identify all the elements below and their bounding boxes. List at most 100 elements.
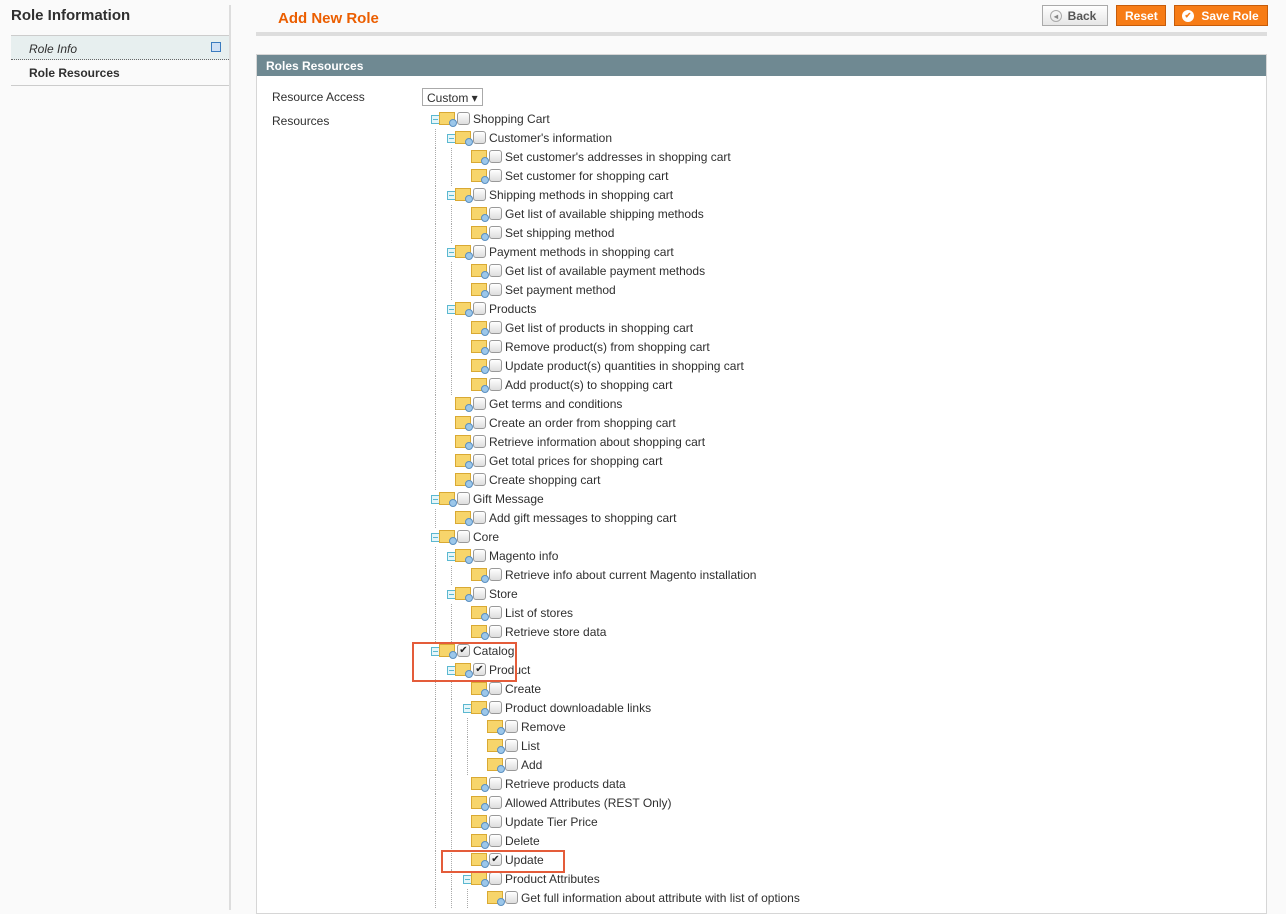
checkbox[interactable] <box>489 226 502 239</box>
node-label[interactable]: Store <box>489 587 518 601</box>
checkbox[interactable] <box>473 397 486 410</box>
node-label[interactable]: Get list of available payment methods <box>505 264 705 278</box>
checkbox[interactable] <box>489 606 502 619</box>
node-label[interactable]: Payment methods in shopping cart <box>489 245 674 259</box>
node-label[interactable]: Create shopping cart <box>489 473 600 487</box>
checkbox[interactable] <box>489 169 502 182</box>
tree-node: Retrieve store data <box>257 623 1057 642</box>
checkbox[interactable] <box>457 530 470 543</box>
tree-line <box>435 205 436 224</box>
node-label[interactable]: Set customer for shopping cart <box>505 169 668 183</box>
highlight-box <box>412 642 517 682</box>
node-label[interactable]: Retrieve information about shopping cart <box>489 435 705 449</box>
checkbox[interactable] <box>457 492 470 505</box>
checkbox[interactable] <box>489 321 502 334</box>
checkbox[interactable] <box>473 435 486 448</box>
tree-line <box>467 718 468 737</box>
tree-line <box>435 737 436 756</box>
checkbox[interactable] <box>489 150 502 163</box>
node-label[interactable]: Create <box>505 682 541 696</box>
checkbox[interactable] <box>489 815 502 828</box>
node-label[interactable]: Retrieve info about current Magento inst… <box>505 568 756 582</box>
tree-line <box>451 718 452 737</box>
checkbox[interactable] <box>489 625 502 638</box>
node-label[interactable]: List of stores <box>505 606 573 620</box>
checkbox[interactable] <box>473 511 486 524</box>
node-label[interactable]: Remove <box>521 720 566 734</box>
node-label[interactable]: Get list of products in shopping cart <box>505 321 693 335</box>
node-label[interactable]: Remove product(s) from shopping cart <box>505 340 710 354</box>
checkbox[interactable] <box>489 340 502 353</box>
node-label[interactable]: Customer's information <box>489 131 612 145</box>
tree-node: Retrieve information about shopping cart <box>257 433 1057 452</box>
checkbox[interactable] <box>489 283 502 296</box>
node-label[interactable]: Allowed Attributes (REST Only) <box>505 796 672 810</box>
node-label[interactable]: Core <box>473 530 499 544</box>
checkbox[interactable] <box>505 739 518 752</box>
checkbox[interactable] <box>457 112 470 125</box>
checkbox[interactable] <box>489 872 502 885</box>
node-label[interactable]: Update product(s) quantities in shopping… <box>505 359 744 373</box>
tree-node: Add product(s) to shopping cart <box>257 376 1057 395</box>
node-label[interactable]: Products <box>489 302 536 316</box>
node-label[interactable]: Magento info <box>489 549 558 563</box>
node-label[interactable]: Get full information about attribute wit… <box>521 891 800 905</box>
checkbox[interactable] <box>489 834 502 847</box>
tree-line <box>435 889 436 908</box>
checkbox[interactable] <box>473 131 486 144</box>
checkbox[interactable] <box>473 549 486 562</box>
checkbox[interactable] <box>473 454 486 467</box>
checkbox[interactable] <box>489 378 502 391</box>
tab-role-info[interactable]: Role Info <box>11 35 231 60</box>
node-label[interactable]: Add product(s) to shopping cart <box>505 378 672 392</box>
checkbox[interactable] <box>489 701 502 714</box>
checkbox[interactable] <box>505 720 518 733</box>
node-label[interactable]: Create an order from shopping cart <box>489 416 676 430</box>
save-role-button[interactable]: ✔ Save Role <box>1174 5 1268 26</box>
reset-button[interactable]: Reset <box>1116 5 1166 26</box>
tree-node: Shopping Cart <box>257 110 1057 129</box>
node-label[interactable]: Set payment method <box>505 283 616 297</box>
node-label[interactable]: Gift Message <box>473 492 544 506</box>
node-label[interactable]: Retrieve store data <box>505 625 606 639</box>
node-label[interactable]: Delete <box>505 834 540 848</box>
node-label[interactable]: Shipping methods in shopping cart <box>489 188 673 202</box>
tree-line <box>451 699 452 718</box>
node-label[interactable]: Set customer's addresses in shopping car… <box>505 150 731 164</box>
node-label[interactable]: Add gift messages to shopping cart <box>489 511 676 525</box>
checkbox[interactable] <box>473 188 486 201</box>
tree-line <box>467 737 468 756</box>
checkbox[interactable] <box>473 416 486 429</box>
node-label[interactable]: Update Tier Price <box>505 815 598 829</box>
checkbox[interactable] <box>489 568 502 581</box>
node-label[interactable]: Add <box>521 758 542 772</box>
checkbox[interactable] <box>505 758 518 771</box>
checkbox[interactable] <box>489 796 502 809</box>
node-label[interactable]: Product downloadable links <box>505 701 651 715</box>
checkbox[interactable] <box>473 302 486 315</box>
tree-line <box>435 376 436 395</box>
back-button[interactable]: ◂ Back <box>1042 5 1108 26</box>
node-label[interactable]: Retrieve products data <box>505 777 626 791</box>
resource-access-select[interactable]: Custom ▾ <box>422 88 483 106</box>
node-label[interactable]: Product Attributes <box>505 872 600 886</box>
tree-node: Add <box>257 756 1057 775</box>
checkbox[interactable] <box>489 359 502 372</box>
node-label[interactable]: Shopping Cart <box>473 112 550 126</box>
node-label[interactable]: Get terms and conditions <box>489 397 622 411</box>
node-label[interactable]: Get total prices for shopping cart <box>489 454 662 468</box>
checkbox[interactable] <box>473 587 486 600</box>
checkbox[interactable] <box>489 264 502 277</box>
tree-line <box>435 756 436 775</box>
node-label[interactable]: Get list of available shipping methods <box>505 207 704 221</box>
folder-icon <box>455 549 473 564</box>
node-label[interactable]: List <box>521 739 540 753</box>
checkbox[interactable] <box>489 207 502 220</box>
checkbox[interactable] <box>473 473 486 486</box>
node-label[interactable]: Set shipping method <box>505 226 614 240</box>
tab-role-resources[interactable]: Role Resources <box>11 60 231 86</box>
checkbox[interactable] <box>505 891 518 904</box>
checkbox[interactable] <box>489 777 502 790</box>
checkbox[interactable] <box>489 682 502 695</box>
checkbox[interactable] <box>473 245 486 258</box>
